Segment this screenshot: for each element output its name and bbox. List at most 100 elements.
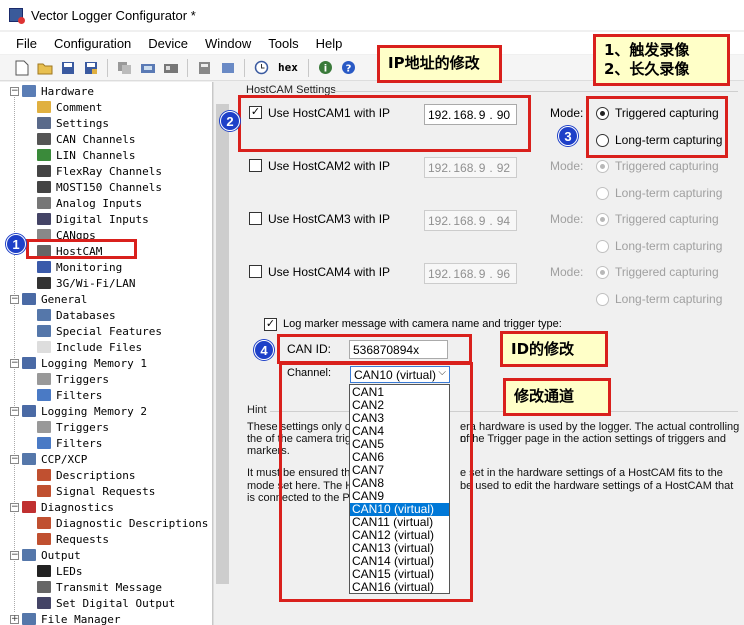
menu-configuration[interactable]: Configuration (46, 36, 140, 51)
trigger-icon (37, 421, 51, 433)
hostcam4-longterm-label: Long-term capturing (615, 292, 723, 306)
menu-file[interactable]: File (8, 36, 46, 51)
menu-help[interactable]: Help (308, 36, 352, 51)
hostcam3-ip-input[interactable]: 192. 168. 9. 94 (424, 210, 517, 231)
new-file-icon[interactable] (12, 58, 31, 77)
collapse-icon[interactable]: − (10, 454, 19, 464)
hostcam3-checkbox[interactable] (249, 212, 262, 225)
tree-item[interactable]: Databases (37, 307, 116, 323)
section-divider (334, 91, 738, 92)
open-folder-icon[interactable] (35, 58, 54, 77)
tree-item[interactable]: Special Features (37, 323, 162, 339)
save-as-icon[interactable] (81, 58, 100, 77)
tree-item[interactable]: − Hardware (10, 83, 94, 99)
tree-item[interactable]: Set Digital Output (37, 595, 175, 611)
monitoring-icon (37, 261, 51, 273)
tree-item[interactable]: − Output (10, 547, 81, 563)
help-icon[interactable]: ? (339, 58, 358, 77)
tree-item[interactable]: Filters (37, 435, 102, 451)
hostcam2-ip-input[interactable]: 192. 168. 9. 92 (424, 157, 517, 178)
tree-item[interactable]: 3G/Wi-Fi/LAN (37, 275, 135, 291)
tree-item[interactable]: MOST150 Channels (37, 179, 162, 195)
collapse-icon[interactable]: − (10, 550, 19, 560)
hostcam3-mode-label: Mode: (550, 212, 584, 226)
tree-item[interactable]: Include Files (37, 339, 142, 355)
tree-item[interactable]: Comment (37, 99, 102, 115)
device-transfer-icon[interactable] (138, 58, 157, 77)
copy-icon[interactable] (115, 58, 134, 77)
hostcam4-longterm-radio[interactable] (596, 293, 609, 306)
svg-text:i: i (324, 64, 327, 75)
tree-item-label: Logging Memory 2 (41, 404, 147, 418)
tree-scrollbar[interactable] (213, 82, 230, 625)
hostcam4-checkbox[interactable] (249, 265, 262, 278)
tree-item[interactable]: Diagnostic Descriptions (37, 515, 208, 531)
ip-segment: . (489, 161, 493, 175)
tree-item[interactable]: Monitoring (37, 259, 122, 275)
log-marker-label: Log marker message with camera name and … (283, 318, 562, 330)
tree-item-label: Include Files (56, 340, 143, 354)
hostcam3-triggered-radio[interactable] (596, 213, 609, 226)
tree-item[interactable]: − CCP/XCP (10, 451, 87, 467)
hostcam3-triggered-label: Triggered capturing (615, 212, 719, 226)
highlight-mode-options (586, 96, 728, 158)
hostcam4-ip-input[interactable]: 192. 168. 9. 96 (424, 263, 517, 284)
hostcam2-longterm-radio[interactable] (596, 187, 609, 200)
hostcam4-triggered-radio[interactable] (596, 266, 609, 279)
collapse-icon[interactable]: − (10, 86, 19, 96)
info-icon[interactable]: i (316, 58, 335, 77)
digital-icon (37, 213, 51, 225)
led-icon (37, 565, 51, 577)
tree-item[interactable]: FlexRay Channels (37, 163, 162, 179)
tree-item-label: Digital Inputs (56, 212, 149, 226)
tree-item[interactable]: Filters (37, 387, 102, 403)
collapse-icon[interactable]: − (10, 502, 19, 512)
expand-icon[interactable]: + (10, 614, 19, 624)
tree-item-label: Triggers (56, 372, 109, 386)
tree-item[interactable]: Settings (37, 115, 109, 131)
scrollbar-thumb[interactable] (216, 104, 229, 584)
menu-device[interactable]: Device (140, 36, 197, 51)
format-card-icon[interactable] (195, 58, 214, 77)
tree-item[interactable]: LEDs (37, 563, 83, 579)
tree-item[interactable]: Analog Inputs (37, 195, 142, 211)
tree-item[interactable]: Signal Requests (37, 483, 155, 499)
tree-item[interactable]: − Diagnostics (10, 499, 114, 515)
ip-segment: 192. (428, 214, 452, 228)
export-icon[interactable] (218, 58, 237, 77)
tree-item[interactable]: Transmit Message (37, 579, 162, 595)
menu-tools[interactable]: Tools (260, 36, 307, 51)
features-icon (37, 325, 51, 337)
device-read-icon[interactable] (161, 58, 180, 77)
collapse-icon[interactable]: − (10, 294, 19, 304)
tree-item[interactable]: − General (10, 291, 87, 307)
toolbar-separator (244, 58, 245, 77)
tree-item[interactable]: Requests (37, 531, 109, 547)
tree-item[interactable]: + File Manager (10, 611, 120, 625)
hostcam4-mode-label: Mode: (550, 265, 584, 279)
highlight-hostcam1-row (238, 95, 531, 152)
tree-item[interactable]: − Logging Memory 2 (10, 403, 147, 419)
tree-item-label: General (41, 292, 88, 306)
tree-item[interactable]: Digital Inputs (37, 211, 149, 227)
tree-item[interactable]: LIN Channels (37, 147, 135, 163)
collapse-icon[interactable]: − (10, 406, 19, 416)
tree-item[interactable]: Triggers (37, 371, 109, 387)
app-icon (9, 8, 25, 24)
clock-icon[interactable] (252, 58, 271, 77)
log-marker-checkbox[interactable]: ✓ (264, 318, 277, 331)
menu-window[interactable]: Window (197, 36, 260, 51)
save-icon[interactable] (58, 58, 77, 77)
tree-item[interactable]: Triggers (37, 419, 109, 435)
hostcam4-triggered-label: Triggered capturing (615, 265, 719, 279)
hostcam3-longterm-radio[interactable] (596, 240, 609, 253)
hostcam2-triggered-radio[interactable] (596, 160, 609, 173)
hex-button[interactable]: hex (275, 61, 301, 74)
tree-item[interactable]: Descriptions (37, 467, 135, 483)
hostcam2-checkbox[interactable] (249, 159, 262, 172)
general-icon (22, 293, 36, 305)
callout-mode-line-1: 1、触发录像 (604, 41, 690, 59)
tree-item[interactable]: CAN Channels (37, 131, 135, 147)
tree-item[interactable]: − Logging Memory 1 (10, 355, 147, 371)
collapse-icon[interactable]: − (10, 358, 19, 368)
